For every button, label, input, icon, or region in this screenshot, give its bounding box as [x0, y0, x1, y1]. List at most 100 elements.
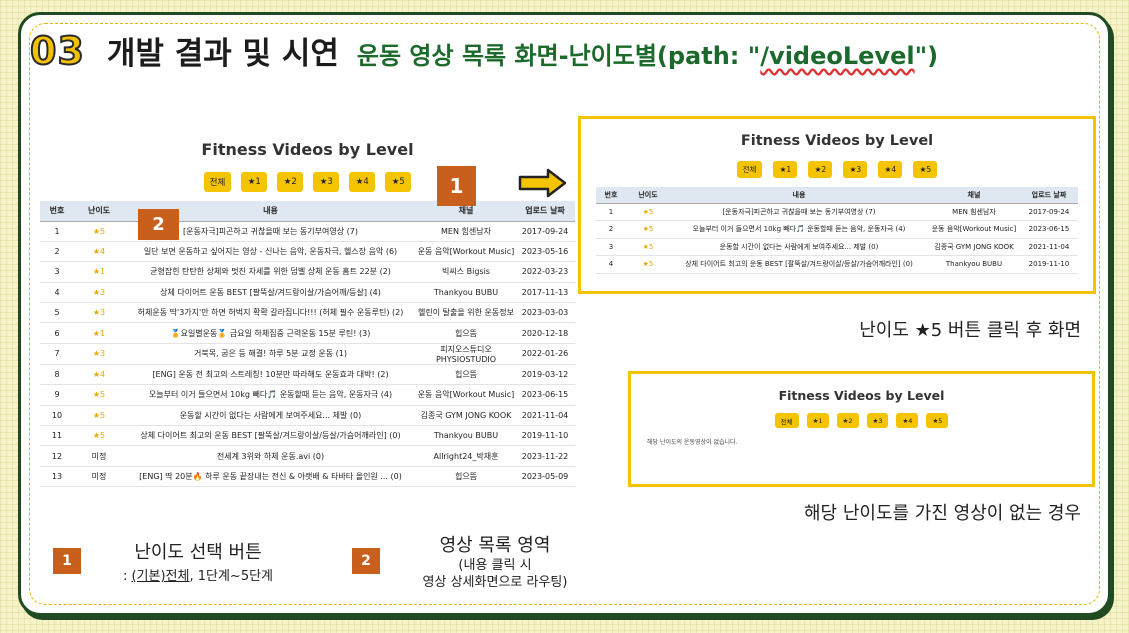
empty-message: 해당 난이도의 운동영상이 없습니다. [647, 439, 738, 446]
row-level-cell: ★5 [74, 425, 124, 447]
row-number-cell: 9 [40, 384, 74, 406]
legend-item-2-line1: (내용 클릭 시 [458, 558, 532, 573]
row-title-cell[interactable]: 상체 다이어트 최고의 운동 BEST [팔뚝살/겨드랑이살/등살/가슴어깨라인… [124, 425, 417, 447]
table-row[interactable]: 3 ★5 운동할 시간이 없다는 사람에게 보여주세요... 제발 (0) 김종국 G… [596, 238, 1078, 256]
row-level-cell: ★1 [74, 261, 124, 283]
legend-item-2-title: 영상 목록 영역 [439, 535, 551, 556]
table-row[interactable]: 1 ★5 [운동자극]피곤하고 귀찮을때 보는 동기부여영상 (7) MEN 힘센남자… [40, 221, 575, 242]
table-row[interactable]: 12 미정 전세계 3위와 하체 운동.avi (0) Allright24_박재훈 2… [40, 445, 575, 467]
row-title-cell[interactable]: 운동할 시간이 없다는 사람에게 보여주세요... 제발 (0) [124, 405, 417, 427]
row-title-cell[interactable]: 균형잡힌 탄탄한 상체와 멋진 자세를 위한 덤벨 상체 운동 홈트 22분 (… [124, 261, 417, 283]
row-date-cell: 2023-06-15 [1020, 220, 1078, 239]
row-title-cell[interactable]: 운동할 시간이 없다는 사람에게 보여주세요... 제발 (0) [670, 238, 928, 256]
column-header-level: 난이도 [626, 187, 670, 204]
row-title-cell[interactable]: 오늘부터 이거 들으면서 10kg 빼다🎵 운동할때 듣는 음악, 운동자극 (… [670, 220, 928, 239]
row-channel-cell: 운동 음악[Workout Music] [417, 241, 515, 263]
row-level-cell: ★5 [626, 203, 670, 221]
star-icon: ★ [92, 431, 101, 441]
level5-button-4[interactable]: ★4 [878, 161, 903, 178]
level5-button-5[interactable]: ★5 [913, 161, 938, 178]
empty-button-2[interactable]: ★2 [836, 413, 859, 428]
table-row[interactable]: 6 ★1 🏅요일별운동🏅 금요일 하체집중 근력운동 15분 루틴! (3) 힙으뜸 2… [40, 322, 575, 344]
section-subtitle: 운동 영상 목록 화면-난이도별(path: "/videoLevel") [357, 36, 938, 71]
row-number-cell: 13 [40, 466, 74, 488]
table-row[interactable]: 5 ★3 허체운동 딱'3가지'만 하면 허벅지 확확 갈라집니다!!! (허체 필… [40, 302, 575, 324]
legend-badge-1: 1 [53, 548, 81, 574]
level5-button-3[interactable]: ★3 [843, 161, 868, 178]
table-row[interactable]: 10 ★5 운동할 시간이 없다는 사람에게 보여주세요... 제발 (0) 김종국 … [40, 405, 575, 427]
row-level-cell: ★1 [74, 322, 124, 344]
row-title-cell[interactable]: 상체 다이어트 최고의 운동 BEST [팔뚝살/겨드랑이살/등살/가슴어깨라인… [670, 255, 928, 274]
level5-panel-title: Fitness Videos by Level [740, 133, 934, 149]
level-button-3[interactable]: ★3 [313, 172, 340, 192]
row-date-cell: 2021-11-04 [515, 405, 575, 427]
row-number-cell: 1 [40, 221, 74, 242]
table-row[interactable]: 3 ★1 균형잡힌 탄탄한 상체와 멋진 자세를 위한 덤벨 상체 운동 홈트 22… [40, 261, 575, 283]
level-button-2[interactable]: ★2 [277, 172, 304, 192]
row-channel-cell: Allright24_박재훈 [417, 445, 515, 467]
table-row[interactable]: 11 ★5 상체 다이어트 최고의 운동 BEST [팔뚝살/겨드랑이살/등살/가슴… [40, 425, 575, 447]
level-button-all[interactable]: 전체 [203, 172, 232, 192]
row-number-cell: 3 [40, 261, 74, 283]
row-number-cell: 8 [40, 364, 74, 386]
table-row[interactable]: 13 미정 [ENG] 딱 20분🔥 하루 운동 끝장내는 전신 & 아랫배 & 타… [40, 466, 575, 488]
row-title-cell[interactable]: 전세계 3위와 하체 운동.avi (0) [124, 445, 417, 467]
row-title-cell[interactable]: 허체운동 딱'3가지'만 하면 허벅지 확확 갈라집니다!!! (허체 필수 운… [124, 302, 417, 324]
row-channel-cell: 김종국 GYM JONG KOOK [417, 405, 515, 427]
level-button-5[interactable]: ★5 [385, 172, 412, 192]
level5-button-2[interactable]: ★2 [808, 161, 833, 178]
row-title-cell[interactable]: 일단 보면 운동하고 싶어지는 영상 - 신나는 음악, 운동자극, 헬스장 음… [124, 241, 417, 263]
table-row[interactable]: 2 ★5 오늘부터 이거 들으면서 10kg 빼다🎵 운동할때 듣는 음악, 운동자… [596, 220, 1078, 239]
row-date-cell: 2023-03-03 [515, 302, 575, 324]
empty-button-5[interactable]: ★5 [926, 413, 949, 428]
row-channel-cell: 피지오스튜디오 PHYSIOSTUDIO [417, 343, 515, 365]
row-title-cell[interactable]: [운동자극]피곤하고 귀찮을때 보는 동기부여영상 (7) [670, 203, 928, 221]
star-icon: ★ [642, 242, 649, 251]
legend-item-2: 영상 목록 영역 (내용 클릭 시 영상 상세화면으로 라우팅) [390, 531, 600, 591]
column-header-channel: 채널 [928, 187, 1020, 204]
level5-video-table: 번호 난이도 내용 채널 업로드 날짜 1 ★5 [운동자극]피곤하고 귀찮을때 보… [596, 187, 1078, 274]
level5-button-all[interactable]: 전체 [736, 161, 763, 178]
row-level-cell: ★4 [74, 364, 124, 386]
star-icon: ★ [92, 390, 101, 400]
table-row[interactable]: 8 ★4 [ENG] 운동 전 최고의 스트레칭! 10분만 따라해도 운동효과 대… [40, 364, 575, 386]
row-title-cell[interactable]: 거북목, 굽은 등 해결! 하루 5분 교정 운동 (1) [124, 343, 417, 365]
star-icon: ★ [92, 370, 101, 380]
empty-button-all[interactable]: 전체 [774, 413, 799, 428]
row-title-cell[interactable]: 🏅요일별운동🏅 금요일 하체집중 근력운동 15분 루틴! (3) [124, 322, 417, 344]
table-row[interactable]: 9 ★5 오늘부터 이거 들으면서 10kg 빼다🎵 운동할때 듣는 음악, 운동자… [40, 384, 575, 406]
level5-button-1[interactable]: ★1 [773, 161, 798, 178]
column-header-date: 업로드 날짜 [515, 201, 575, 222]
table-header-row: 번호 난이도 내용 채널 업로드 날짜 [40, 201, 575, 222]
row-date-cell: 2021-11-04 [1020, 238, 1078, 256]
empty-level-buttons: 전체 ★1 ★2 ★3 ★4 ★5 [631, 413, 1092, 428]
legend-item-1-default: (기본)전체 [131, 569, 190, 584]
table-row[interactable]: 1 ★5 [운동자극]피곤하고 귀찮을때 보는 동기부여영상 (7) MEN 힘센남자… [596, 203, 1078, 221]
row-date-cell: 2017-09-24 [1020, 203, 1078, 221]
row-number-cell: 6 [40, 322, 74, 344]
row-date-cell: 2023-05-09 [515, 466, 575, 488]
table-row[interactable]: 2 ★4 일단 보면 운동하고 싶어지는 영상 - 신나는 음악, 운동자극, 헬스… [40, 241, 575, 263]
row-channel-cell: 힙으뜸 [417, 364, 515, 386]
row-title-cell[interactable]: [ENG] 딱 20분🔥 하루 운동 끝장내는 전신 & 아랫배 & 타바타 올… [124, 466, 417, 488]
table-row[interactable]: 4 ★5 상체 다이어트 최고의 운동 BEST [팔뚝살/겨드랑이살/등살/가슴어… [596, 255, 1078, 274]
row-title-cell[interactable]: [ENG] 운동 전 최고의 스트레칭! 10분만 따라해도 운동효과 대박! … [124, 364, 417, 386]
slide-header: 03 개발 결과 및 시연 운동 영상 목록 화면-난이도별(path: "/v… [29, 28, 938, 74]
star-icon: ★ [92, 328, 101, 338]
empty-button-1[interactable]: ★1 [806, 413, 829, 428]
annotation-badge-2: 2 [138, 209, 179, 240]
level-button-1[interactable]: ★1 [241, 172, 268, 192]
table-row[interactable]: 4 ★3 상체 다이어트 운동 BEST [팔뚝살/겨드랑이살/가슴어깨/등살] (… [40, 282, 575, 304]
level-button-4[interactable]: ★4 [349, 172, 376, 192]
star-icon: ★ [92, 226, 101, 236]
row-title-cell[interactable]: 상체 다이어트 운동 BEST [팔뚝살/겨드랑이살/가슴어깨/등살] (4) [124, 282, 417, 304]
empty-button-4[interactable]: ★4 [896, 413, 919, 428]
row-title-cell[interactable]: 오늘부터 이거 들으면서 10kg 빼다🎵 운동할때 듣는 음악, 운동자극 (… [124, 384, 417, 406]
row-channel-cell: 운동 음악[Workout Music] [417, 384, 515, 406]
table-header-row: 번호 난이도 내용 채널 업로드 날짜 [596, 187, 1078, 204]
row-level-cell: 미정 [74, 445, 124, 467]
legend-badge-2: 2 [352, 548, 380, 574]
star-icon: ★ [642, 207, 649, 216]
table-row[interactable]: 7 ★3 거북목, 굽은 등 해결! 하루 5분 교정 운동 (1) 피지오스튜디오 … [40, 343, 575, 365]
empty-button-3[interactable]: ★3 [866, 413, 889, 428]
